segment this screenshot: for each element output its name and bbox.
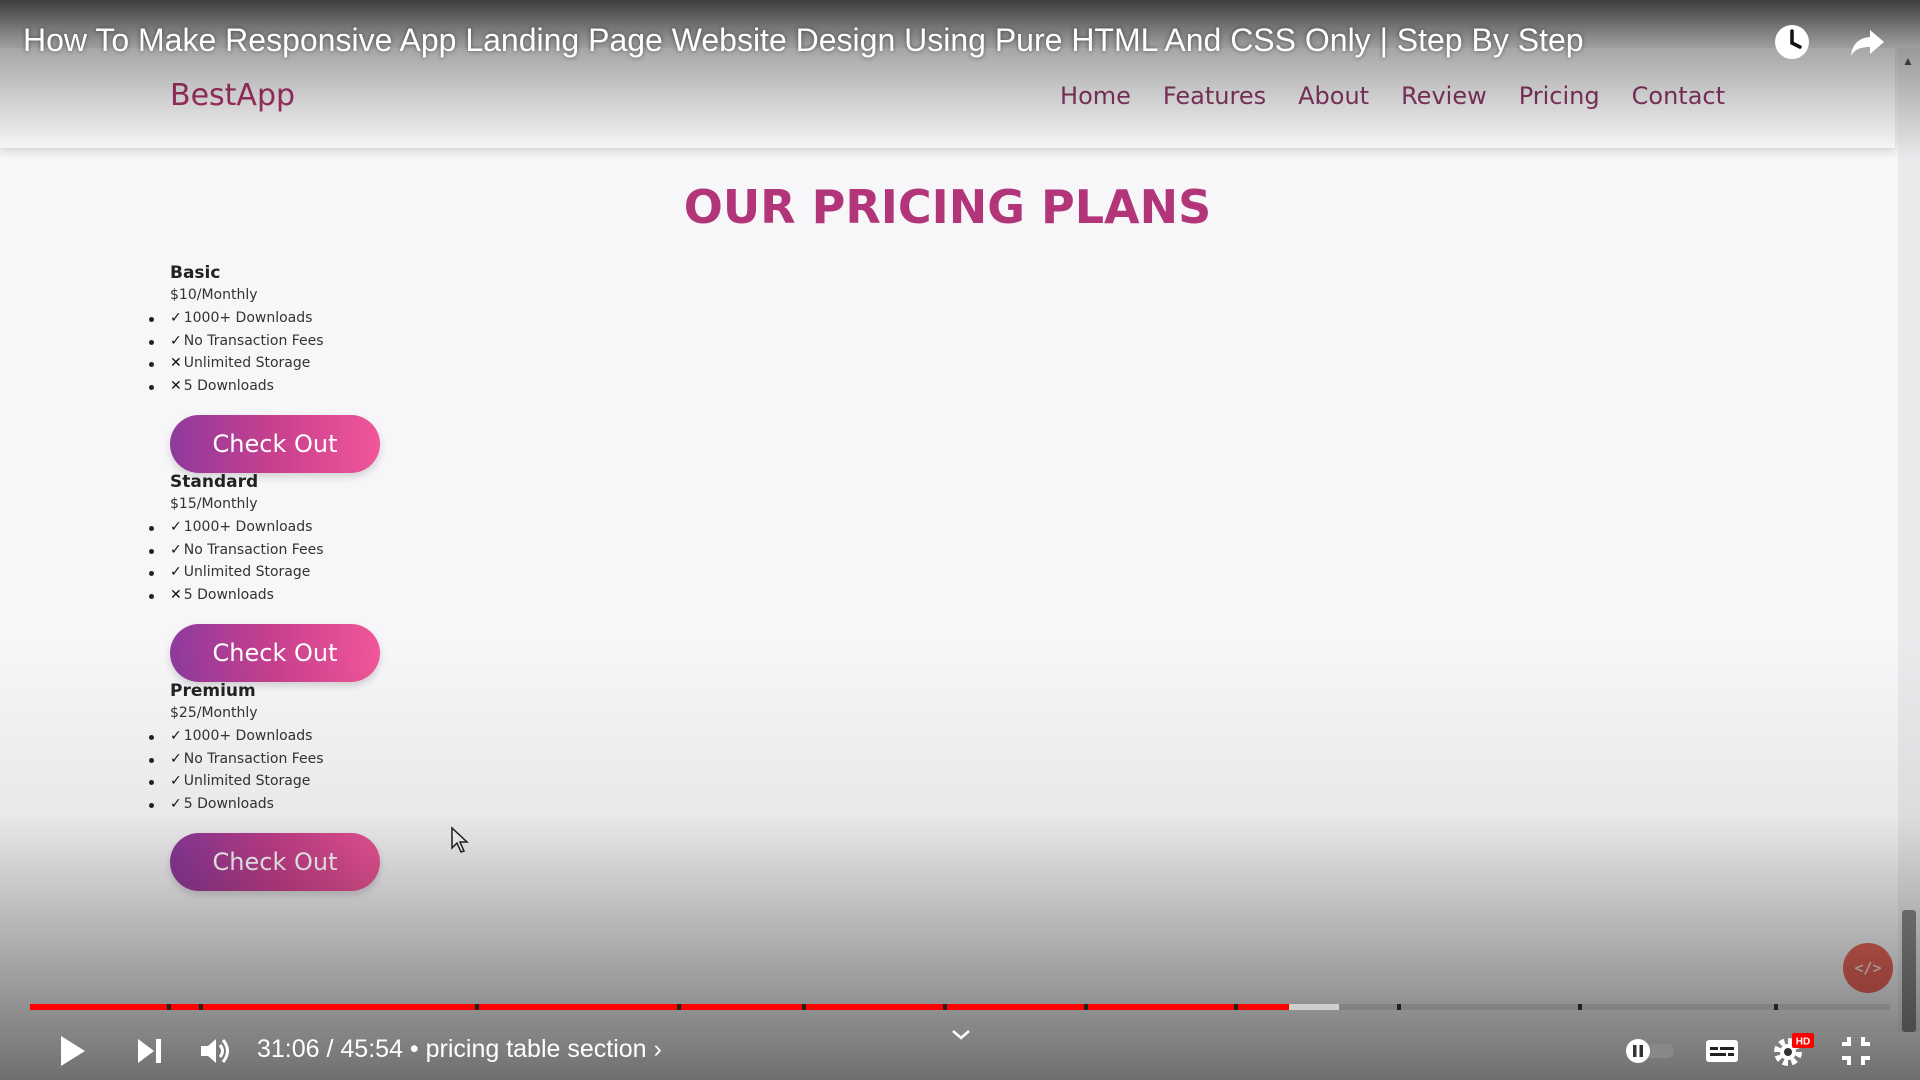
list-item: ✓ 5 Downloads: [149, 793, 570, 816]
feature-mark: ✓: [170, 773, 182, 789]
chapter-gap: [199, 1004, 203, 1010]
feature-text: No Transaction Fees: [183, 750, 324, 767]
time-display[interactable]: 31:06 / 45:54 • pricing table section ›: [257, 1035, 662, 1064]
feature-mark: ✓: [170, 750, 182, 767]
list-item: ✕ 5 Downloads: [149, 584, 570, 607]
chapter-gap: [943, 1004, 947, 1010]
time-separator: /: [319, 1035, 341, 1063]
nav-about[interactable]: About: [1298, 82, 1369, 110]
chapter-gap: [475, 1004, 479, 1010]
list-item: ✕ 5 Downloads: [149, 375, 570, 398]
plan-price: $25/Monthly: [170, 705, 258, 721]
current-time: 31:06: [257, 1035, 320, 1063]
list-item: ✓ 1000+ Downloads: [149, 516, 570, 539]
chapter-gap: [1234, 1004, 1238, 1010]
feature-mark: ✓: [170, 310, 182, 326]
plan-price: $15/Monthly: [170, 496, 258, 512]
mouse-cursor-icon: [451, 826, 469, 853]
exit-fullscreen-icon[interactable]: [1838, 1033, 1874, 1069]
feature-mark: ✓: [170, 728, 182, 744]
video-frame[interactable]: BestApp Home Features About Review Prici…: [0, 0, 1920, 1080]
feature-text: 5 Downloads: [183, 795, 274, 812]
code-badge-icon: </>: [1843, 943, 1893, 993]
plan-features: ✓ 1000+ Downloads ✓ No Transaction Fees ✓ U…: [149, 516, 570, 607]
nav-home[interactable]: Home: [1060, 82, 1131, 110]
chapter-gap: [802, 1004, 806, 1010]
plan-name: Standard: [170, 472, 259, 492]
clock-icon[interactable]: [1770, 20, 1814, 64]
player-controls: 31:06 / 45:54 • pricing table section › …: [0, 1025, 1920, 1080]
list-item: ✓ No Transaction Fees: [149, 330, 570, 353]
chapter-gap: [167, 1004, 171, 1010]
nav-pricing[interactable]: Pricing: [1519, 82, 1600, 110]
feature-mark: ✕: [170, 355, 182, 371]
feature-mark: ✕: [170, 586, 182, 603]
feature-text: No Transaction Fees: [183, 332, 324, 349]
site-logo[interactable]: BestApp: [170, 78, 295, 113]
feature-mark: ✓: [170, 541, 182, 558]
plan-features: ✓ 1000+ Downloads ✓ No Transaction Fees ✓ U…: [149, 725, 570, 816]
scrollbar-thumb: [1902, 910, 1916, 1032]
plan-price: $10/Monthly: [170, 287, 258, 303]
nav-review[interactable]: Review: [1401, 82, 1487, 110]
top-actions: [1770, 20, 1890, 64]
plan-name: Basic: [170, 263, 221, 283]
section-title: OUR PRICING PLANS: [683, 180, 1212, 234]
feature-mark: ✓: [170, 795, 182, 812]
list-item: ✓ No Transaction Fees: [149, 539, 570, 562]
chevron-down-icon[interactable]: [950, 1027, 972, 1043]
feature-text: No Transaction Fees: [183, 541, 324, 558]
chapter-gap: [1084, 1004, 1088, 1010]
hd-badge: HD: [1796, 1037, 1810, 1048]
feature-text: Unlimited Storage: [183, 355, 311, 371]
chapter-gap: [1578, 1004, 1582, 1010]
chapter-gap: [1397, 1004, 1401, 1010]
site-nav: Home Features About Review Pricing Conta…: [1060, 82, 1725, 110]
feature-text: 1000+ Downloads: [183, 728, 313, 744]
plan-features: ✓ 1000+ Downloads ✓ No Transaction Fees ✕ U…: [149, 307, 570, 398]
play-icon[interactable]: [55, 1033, 89, 1069]
feature-text: 1000+ Downloads: [183, 310, 313, 326]
chapter-gap: [677, 1004, 681, 1010]
feature-mark: ✓: [170, 519, 182, 535]
feature-text: 1000+ Downloads: [183, 519, 313, 535]
gear-icon[interactable]: HD: [1772, 1031, 1816, 1069]
list-item: ✓ Unlimited Storage: [149, 561, 570, 584]
feature-mark: ✕: [170, 377, 182, 394]
autoplay-toggle-icon[interactable]: [1624, 1038, 1676, 1064]
next-icon[interactable]: [134, 1033, 166, 1069]
volume-icon[interactable]: [197, 1033, 233, 1069]
list-item: ✓ 1000+ Downloads: [149, 307, 570, 330]
feature-text: 5 Downloads: [183, 586, 274, 603]
checkout-button-basic[interactable]: Check Out: [170, 415, 380, 473]
progress-played: [30, 1004, 1289, 1010]
list-item: ✓ 1000+ Downloads: [149, 725, 570, 748]
site-header: BestApp Home Features About Review Prici…: [0, 48, 1895, 148]
feature-text: Unlimited Storage: [183, 564, 311, 580]
video-page-scrollbar: ▲: [1898, 48, 1920, 1032]
nav-contact[interactable]: Contact: [1632, 82, 1725, 110]
pricing-plan-premium: Premium $25/Monthly ✓ 1000+ Downloads ✓ No…: [149, 681, 570, 891]
video-title[interactable]: How To Make Responsive App Landing Page …: [23, 22, 1584, 59]
list-item: ✕ Unlimited Storage: [149, 352, 570, 375]
feature-mark: ✓: [170, 564, 182, 580]
pricing-plan-basic: Basic $10/Monthly ✓ 1000+ Downloads ✓ No T…: [149, 263, 570, 473]
list-item: ✓ No Transaction Fees: [149, 748, 570, 771]
feature-text: 5 Downloads: [183, 377, 274, 394]
chapter-title[interactable]: • pricing table section ›: [410, 1035, 662, 1063]
captions-icon[interactable]: [1705, 1037, 1739, 1065]
list-item: ✓ Unlimited Storage: [149, 770, 570, 793]
duration: 45:54: [340, 1035, 403, 1063]
share-icon[interactable]: [1846, 20, 1890, 64]
feature-mark: ✓: [170, 332, 182, 349]
chapter-gap: [1774, 1004, 1778, 1010]
plan-name: Premium: [170, 681, 256, 701]
pricing-plan-standard: Standard $15/Monthly ✓ 1000+ Downloads ✓ N…: [149, 472, 570, 682]
feature-text: Unlimited Storage: [183, 773, 311, 789]
progress-bar[interactable]: [30, 1004, 1890, 1010]
scroll-up-icon: ▲: [1902, 54, 1914, 68]
checkout-button-standard[interactable]: Check Out: [170, 624, 380, 682]
nav-features[interactable]: Features: [1163, 82, 1266, 110]
checkout-button-premium[interactable]: Check Out: [170, 833, 380, 891]
